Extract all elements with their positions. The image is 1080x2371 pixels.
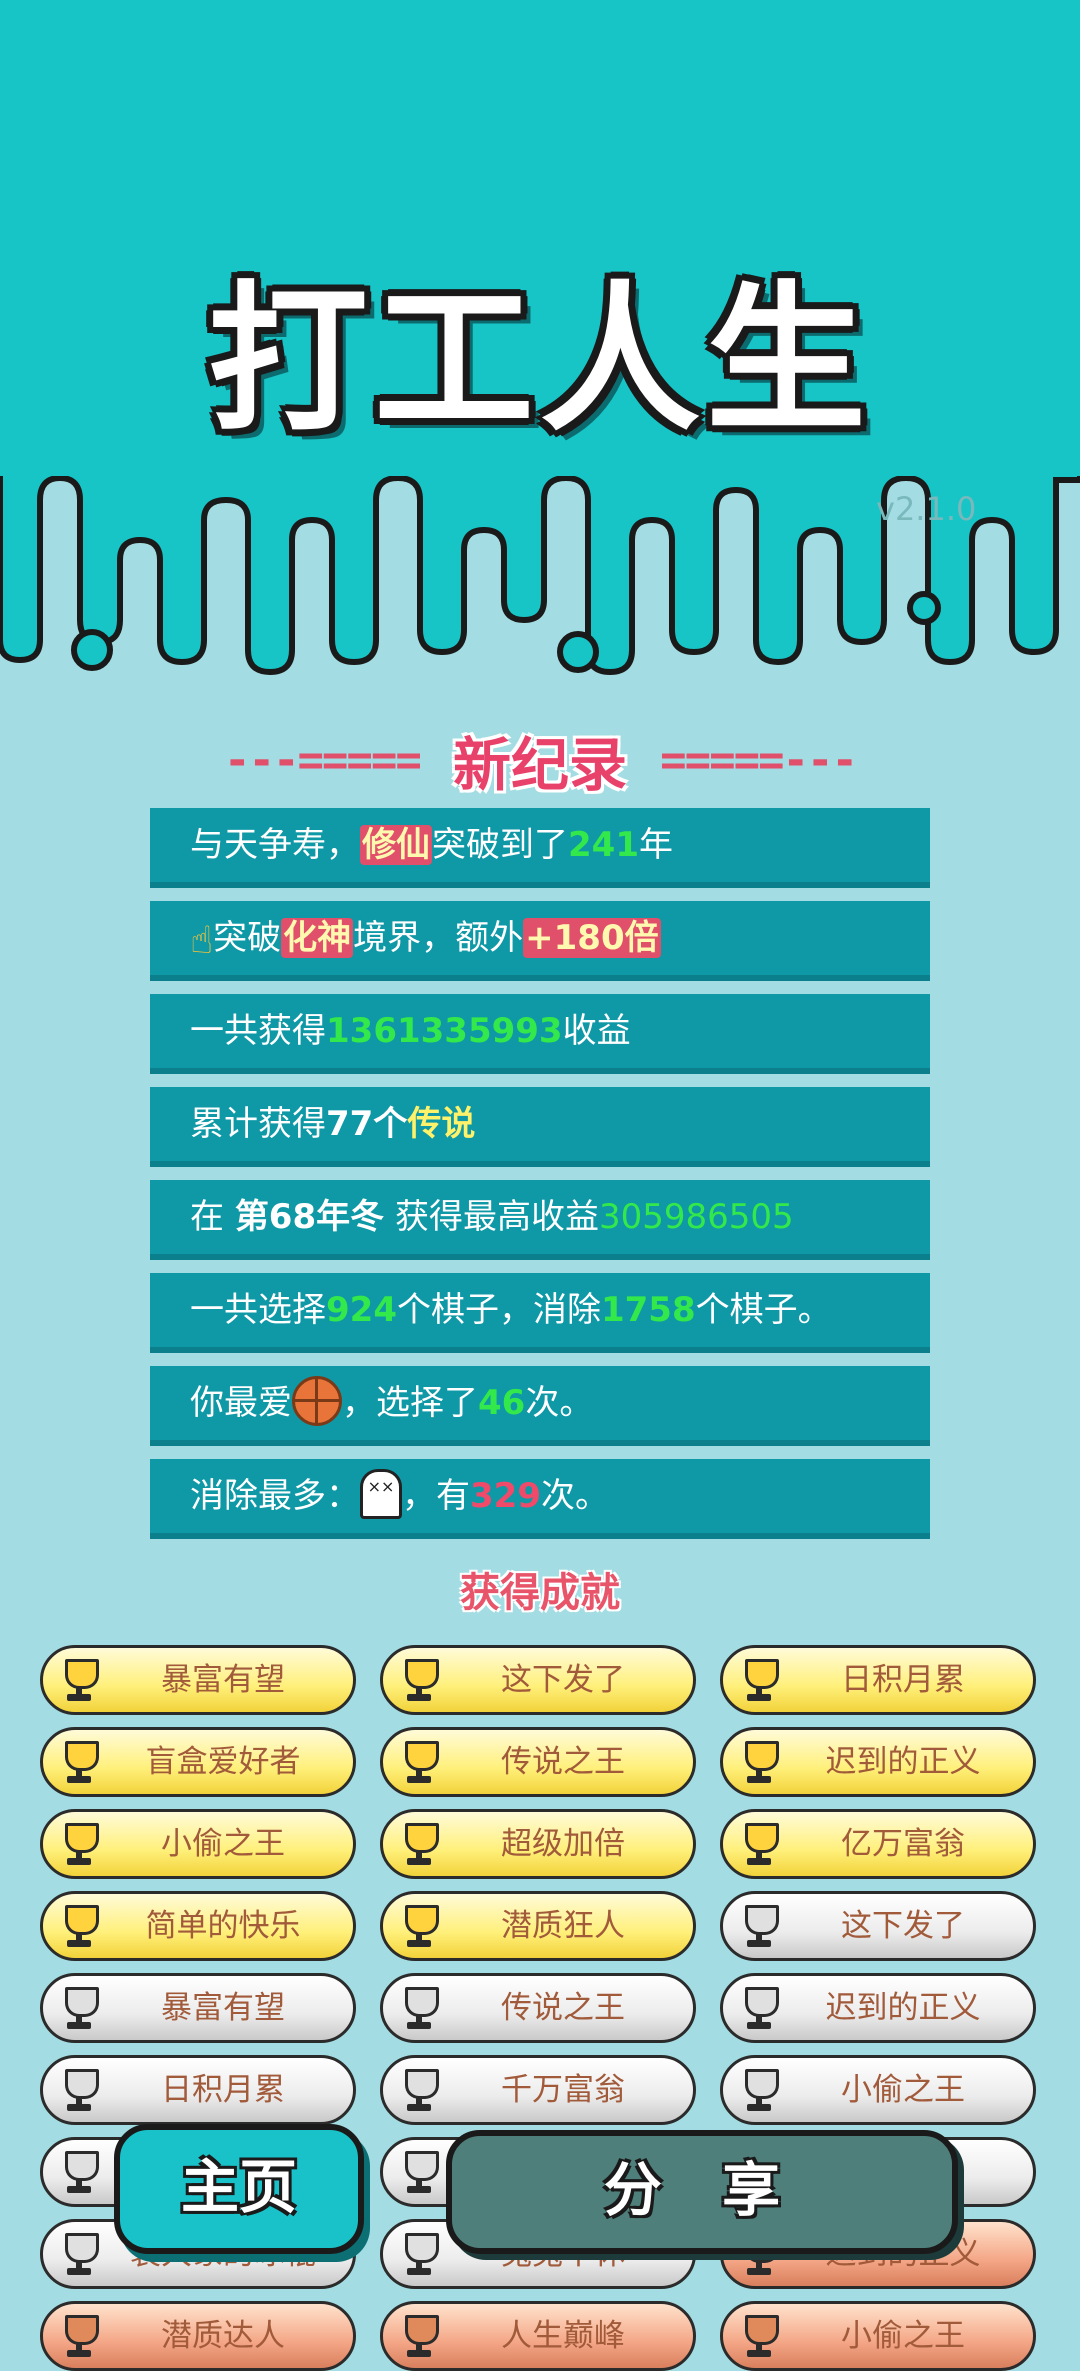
- achievement-label: 盲盒爱好者: [145, 1744, 301, 1780]
- new-record-title: 新纪录: [452, 731, 627, 799]
- stat-total-income: 一共获得1361335993收益: [150, 994, 930, 1074]
- achievement-label: 这下发了: [841, 1908, 965, 1944]
- achievement-label: 潜质狂人: [501, 1908, 625, 1944]
- trophy-icon: [737, 1821, 781, 1867]
- achievement-label: 暴富有望: [161, 1990, 285, 2026]
- achievements-title: 获得成就: [460, 1570, 620, 1616]
- ghost-icon: ××: [360, 1468, 402, 1519]
- trophy-icon: [397, 2149, 441, 2195]
- achievement-badge: 传说之王: [380, 1727, 696, 1797]
- achievement-badge: 暴富有望: [40, 1973, 356, 2043]
- achievement-badge: 日积月累: [40, 2055, 356, 2125]
- basketball-icon: [292, 1375, 342, 1426]
- achievement-badge: 迟到的正义: [720, 1727, 1036, 1797]
- trophy-icon: [397, 2067, 441, 2113]
- trophy-icon: [57, 1657, 101, 1703]
- stat-favorite: 你最爱 ，选择了46次。: [150, 1366, 930, 1446]
- achievement-badge: 超级加倍: [380, 1809, 696, 1879]
- achievement-label: 人生巅峰: [501, 2318, 625, 2354]
- achievement-badge: 暴富有望: [40, 1645, 356, 1715]
- trophy-icon: [57, 1903, 101, 1949]
- trophy-icon: [397, 2231, 441, 2277]
- achievement-badge: 简单的快乐: [40, 1891, 356, 1961]
- achievement-label: 这下发了: [501, 1662, 625, 1698]
- stat-legends: 累计获得77个传说: [150, 1087, 930, 1167]
- achievement-badge: 传说之王: [380, 1973, 696, 2043]
- app-title: 打工人生: [207, 266, 872, 453]
- trophy-icon: [57, 2231, 101, 2277]
- trophy-icon: [57, 2313, 101, 2359]
- stat-most-eliminated: 消除最多： ×× ，有329次。: [150, 1459, 930, 1539]
- stats-list: 与天争寿，修仙突破到了241年 ☝突破化神境界，额外+180倍 一共获得1361…: [150, 808, 930, 1552]
- trophy-icon: [737, 1657, 781, 1703]
- achievement-label: 迟到的正义: [825, 1990, 981, 2026]
- header: 打工人生 v2.1.0: [0, 0, 1080, 700]
- achievement-badge: 这下发了: [720, 1891, 1036, 1961]
- achievement-badge: 盲盒爱好者: [40, 1727, 356, 1797]
- achievement-label: 传说之王: [501, 1990, 625, 2026]
- new-record-header: ---===== 新纪录 =====---: [0, 718, 1080, 799]
- achievement-label: 暴富有望: [161, 1662, 285, 1698]
- achievement-badge: 日积月累: [720, 1645, 1036, 1715]
- trophy-icon: [737, 2313, 781, 2359]
- achievement-badge: 小偷之王: [720, 2055, 1036, 2125]
- achievement-badge: 潜质达人: [40, 2301, 356, 2371]
- trophy-icon: [737, 1739, 781, 1785]
- achievement-badge: 千万富翁: [380, 2055, 696, 2125]
- achievement-label: 简单的快乐: [145, 1908, 301, 1944]
- trophy-icon: [737, 2067, 781, 2113]
- achievement-badge: 迟到的正义: [720, 1973, 1036, 2043]
- achievement-badge: 亿万富翁: [720, 1809, 1036, 1879]
- trophy-icon: [737, 1903, 781, 1949]
- record-dash-right: =====---: [660, 734, 858, 786]
- trophy-icon: [397, 1821, 441, 1867]
- trophy-icon: [57, 1739, 101, 1785]
- achievement-label: 传说之王: [501, 1744, 625, 1780]
- achievement-label: 超级加倍: [501, 1826, 625, 1862]
- stat-lifespan: 与天争寿，修仙突破到了241年: [150, 808, 930, 888]
- achievement-label: 小偷之王: [841, 2318, 965, 2354]
- achievement-badge: 小偷之王: [720, 2301, 1036, 2371]
- pointing-hand-icon: ☝: [190, 917, 214, 962]
- record-dash-left: ---=====: [223, 734, 422, 786]
- trophy-icon: [397, 1739, 441, 1785]
- achievement-label: 日积月累: [841, 1662, 965, 1698]
- achievement-badge: 人生巅峰: [380, 2301, 696, 2371]
- achievement-label: 潜质达人: [161, 2318, 285, 2354]
- trophy-icon: [397, 1985, 441, 2031]
- share-button[interactable]: 分 享: [446, 2130, 958, 2254]
- achievement-label: 亿万富翁: [841, 1826, 965, 1862]
- trophy-icon: [57, 1821, 101, 1867]
- achievement-badge: 小偷之王: [40, 1809, 356, 1879]
- achievement-label: 小偷之王: [161, 1826, 285, 1862]
- trophy-icon: [737, 1985, 781, 2031]
- version-label: v2.1.0: [876, 490, 977, 528]
- trophy-icon: [397, 1903, 441, 1949]
- achievement-label: 日积月累: [161, 2072, 285, 2108]
- trophy-icon: [397, 1657, 441, 1703]
- trophy-icon: [57, 1985, 101, 2031]
- achievement-label: 迟到的正义: [825, 1744, 981, 1780]
- achievement-badge: 这下发了: [380, 1645, 696, 1715]
- achievement-badge: 潜质狂人: [380, 1891, 696, 1961]
- stat-best-season: 在 第68年冬 获得最高收益305986505: [150, 1180, 930, 1260]
- trophy-icon: [397, 2313, 441, 2359]
- achievement-label: 小偷之王: [841, 2072, 965, 2108]
- stat-realm: ☝突破化神境界，额外+180倍: [150, 901, 930, 981]
- home-button[interactable]: 主页: [114, 2124, 364, 2254]
- trophy-icon: [57, 2067, 101, 2113]
- stat-pieces: 一共选择924个棋子，消除1758个棋子。: [150, 1273, 930, 1353]
- trophy-icon: [57, 2149, 101, 2195]
- achievement-label: 千万富翁: [501, 2072, 625, 2108]
